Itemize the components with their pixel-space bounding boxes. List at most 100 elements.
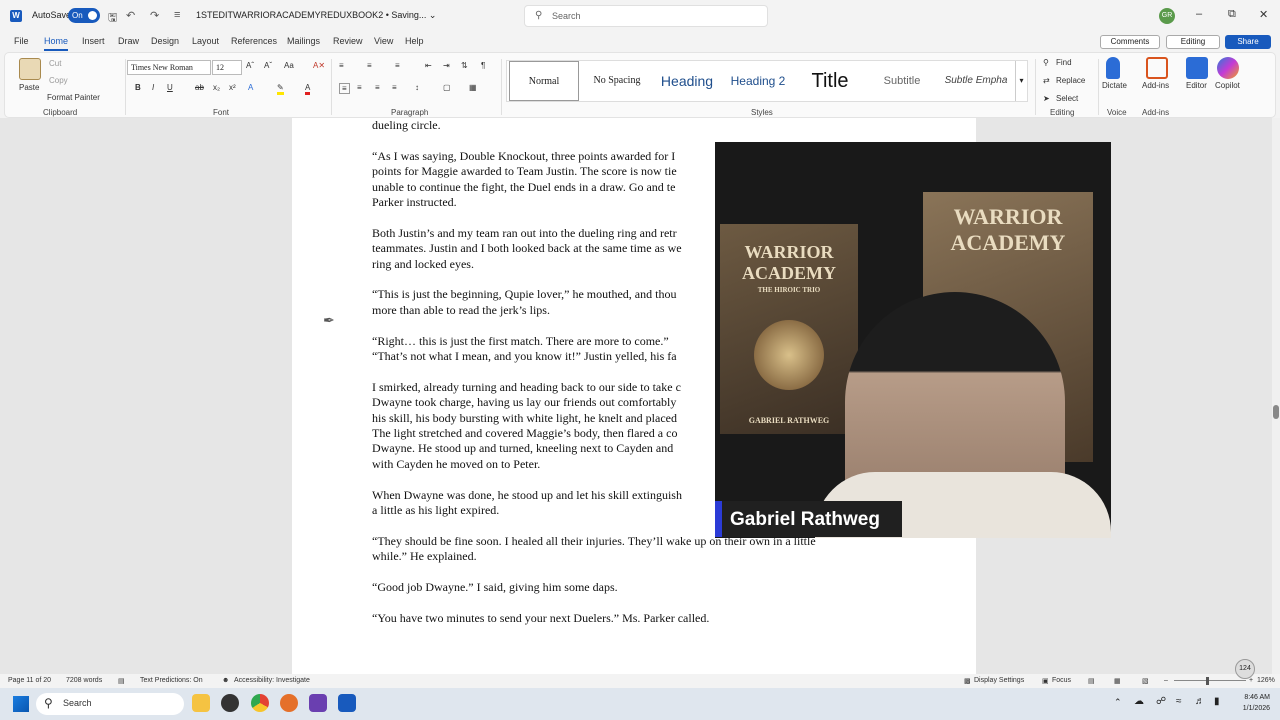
proofing-icon[interactable]: ▤	[118, 677, 125, 685]
comments-button[interactable]: Comments	[1100, 35, 1160, 49]
print-layout-icon[interactable]: ▦	[1114, 677, 1121, 685]
change-case-icon[interactable]: Aa	[284, 61, 294, 70]
accessibility-status[interactable]: Accessibility: Investigate	[234, 677, 310, 684]
document-line[interactable]: dueling circle.	[372, 118, 892, 133]
close-icon[interactable]: ✕	[1259, 8, 1268, 21]
font-color-icon[interactable]: A	[305, 83, 311, 95]
style-no-spacing[interactable]: No Spacing	[583, 61, 651, 101]
editor-button[interactable]: Editor	[1186, 81, 1207, 90]
app-icon[interactable]	[280, 694, 298, 712]
editing-mode-button[interactable]: Editing	[1166, 35, 1220, 49]
chatgpt-icon[interactable]	[221, 694, 239, 712]
tab-review[interactable]: Review	[333, 36, 363, 46]
tab-draw[interactable]: Draw	[118, 36, 139, 46]
italic-icon[interactable]: I	[152, 83, 154, 92]
document-line[interactable]: “Good job Dwayne.” I said, giving him so…	[372, 580, 892, 595]
dictate-button[interactable]: Dictate	[1102, 81, 1127, 90]
taskbar-search[interactable]: ⚲ Search	[36, 693, 184, 715]
font-size-select[interactable]: 12	[212, 60, 242, 75]
bullets-icon[interactable]: ≡	[339, 61, 344, 70]
scrollbar-thumb[interactable]	[1273, 405, 1279, 419]
tab-design[interactable]: Design	[151, 36, 179, 46]
addins-icon[interactable]	[1146, 57, 1168, 79]
vertical-scrollbar[interactable]	[1272, 118, 1280, 674]
align-left-icon[interactable]: ≡	[339, 83, 350, 94]
volume-icon[interactable]: ♬	[1195, 696, 1205, 707]
tab-view[interactable]: View	[374, 36, 393, 46]
style-title[interactable]: Title	[795, 61, 865, 101]
microphone-icon[interactable]	[1106, 57, 1120, 79]
bold-icon[interactable]: B	[135, 83, 141, 92]
clear-formatting-icon[interactable]: A✕	[313, 61, 325, 70]
paste-icon[interactable]	[19, 58, 41, 80]
style-subtle-emphasis[interactable]: Subtle Empha	[939, 61, 1013, 101]
web-layout-icon[interactable]: ▧	[1142, 677, 1149, 685]
save-icon[interactable]: 🖫	[108, 9, 117, 28]
justify-icon[interactable]: ≡	[392, 83, 397, 92]
notification-badge[interactable]: 124	[1235, 659, 1255, 679]
display-settings-button[interactable]: Display Settings	[974, 677, 1024, 684]
select-button[interactable]: Select	[1056, 94, 1078, 103]
word-taskbar-icon[interactable]	[338, 694, 356, 712]
copy-button[interactable]: Copy	[49, 76, 68, 85]
line-spacing-icon[interactable]: ↕	[415, 83, 419, 92]
text-predictions[interactable]: Text Predictions: On	[140, 677, 203, 684]
shrink-font-icon[interactable]: Aˇ	[264, 61, 272, 70]
undo-icon[interactable]: ↶	[126, 9, 135, 22]
search-box[interactable]: ⚲ Search	[524, 5, 768, 27]
subscript-icon[interactable]: x₂	[213, 83, 220, 92]
read-mode-icon[interactable]: ▤	[1088, 677, 1095, 685]
document-line[interactable]: “You have two minutes to send your next …	[372, 611, 892, 626]
obs-icon[interactable]	[309, 694, 327, 712]
decrease-indent-icon[interactable]: ⇤	[425, 61, 432, 70]
grow-font-icon[interactable]: Aˆ	[246, 61, 254, 70]
strikethrough-icon[interactable]: ab	[195, 83, 204, 92]
document-line[interactable]: while.” He explained.	[372, 549, 892, 564]
customize-qat-icon[interactable]: ≡	[174, 9, 180, 21]
blank-line[interactable]	[372, 565, 892, 580]
text-effects-icon[interactable]: A	[248, 83, 253, 92]
redo-icon[interactable]: ↷	[150, 9, 159, 22]
increase-indent-icon[interactable]: ⇥	[443, 61, 450, 70]
multilevel-list-icon[interactable]: ≡	[395, 61, 400, 70]
tab-references[interactable]: References	[231, 36, 277, 46]
show-marks-icon[interactable]: ¶	[481, 61, 485, 70]
blank-line[interactable]	[372, 595, 892, 610]
style-normal[interactable]: Normal	[509, 61, 579, 101]
style-heading-2[interactable]: Heading 2	[723, 61, 793, 101]
zoom-level[interactable]: 126%	[1257, 677, 1275, 684]
tab-file[interactable]: File	[14, 36, 29, 46]
align-right-icon[interactable]: ≡	[375, 83, 380, 92]
copilot-icon[interactable]	[1217, 57, 1239, 79]
styles-more-icon[interactable]: ▾	[1015, 61, 1027, 101]
copilot-button[interactable]: Copilot	[1215, 81, 1240, 90]
zoom-out-icon[interactable]: –	[1164, 677, 1168, 684]
replace-button[interactable]: Replace	[1056, 76, 1085, 85]
font-family-select[interactable]: Times New Roman	[127, 60, 211, 75]
style-heading[interactable]: Heading	[653, 61, 721, 101]
sort-icon[interactable]: ⇅	[461, 61, 468, 70]
battery-icon[interactable]: ▮	[1214, 696, 1220, 707]
tab-layout[interactable]: Layout	[192, 36, 219, 46]
shading-icon[interactable]: ▢	[443, 83, 451, 92]
word-count[interactable]: 7208 words	[66, 677, 102, 684]
zoom-in-icon[interactable]: +	[1249, 677, 1253, 684]
zoom-slider-thumb[interactable]	[1206, 677, 1209, 685]
style-subtitle[interactable]: Subtitle	[867, 61, 937, 101]
highlight-icon[interactable]: ✎	[277, 83, 284, 95]
chrome-icon[interactable]	[251, 694, 269, 712]
restore-icon[interactable]: ⧉	[1228, 8, 1236, 21]
superscript-icon[interactable]: x²	[229, 83, 236, 92]
wifi-icon[interactable]: ≈	[1176, 696, 1182, 707]
addins-button[interactable]: Add-ins	[1142, 81, 1169, 90]
find-button[interactable]: Find	[1056, 58, 1072, 67]
page-count[interactable]: Page 11 of 20	[8, 677, 51, 684]
tab-mailings[interactable]: Mailings	[287, 36, 320, 46]
underline-icon[interactable]: U	[167, 83, 173, 92]
align-center-icon[interactable]: ≡	[357, 83, 362, 92]
editor-icon[interactable]	[1186, 57, 1208, 79]
avatar[interactable]: GR	[1159, 8, 1175, 24]
numbering-icon[interactable]: ≡	[367, 61, 372, 70]
tray-chevron-icon[interactable]: ⌃	[1114, 697, 1122, 708]
zoom-slider[interactable]	[1174, 680, 1246, 681]
